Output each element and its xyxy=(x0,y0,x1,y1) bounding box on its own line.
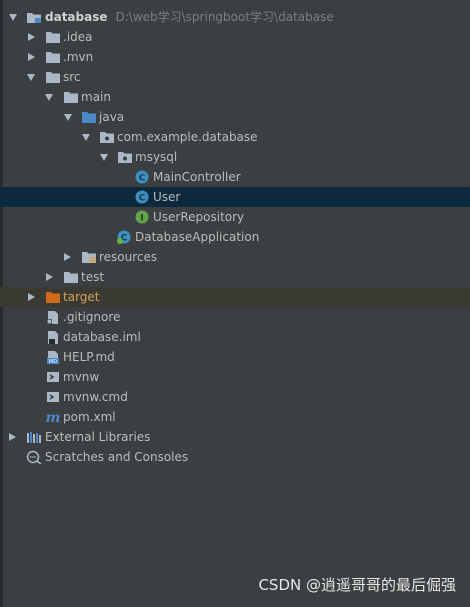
tree-row-mvn[interactable]: .mvn xyxy=(0,47,470,67)
tree-label-database-application: DatabaseApplication xyxy=(135,230,260,244)
iml-file-icon xyxy=(48,331,58,344)
folder-icon xyxy=(46,52,60,63)
collapse-arrow-icon[interactable] xyxy=(28,53,35,61)
libraries-icon xyxy=(27,432,41,443)
tree-label-msysql: msysql xyxy=(135,150,178,164)
source-root-icon xyxy=(82,112,96,123)
folder-icon xyxy=(46,72,60,83)
project-path: D:\web学习\springboot学习\database xyxy=(115,10,334,24)
script-file-icon xyxy=(47,392,59,402)
spring-boot-app-icon: C xyxy=(117,230,131,244)
collapse-arrow-icon[interactable] xyxy=(9,433,16,441)
tree-row-external-libraries[interactable]: External Libraries xyxy=(0,427,470,447)
tree-row-mvnw[interactable]: mvnw xyxy=(0,367,470,387)
tree-row-resources[interactable]: resources xyxy=(0,247,470,267)
expand-arrow-icon[interactable] xyxy=(9,14,17,21)
tree-row-idea[interactable]: .idea xyxy=(0,27,470,47)
tree-row-mvnw-cmd[interactable]: mvnw.cmd xyxy=(0,387,470,407)
project-tree[interactable]: database D:\web学习\springboot学习\database .… xyxy=(0,7,470,467)
tree-label-database-iml: database.iml xyxy=(63,330,141,344)
project-name: database D:\web学习\springboot学习\database xyxy=(45,10,334,24)
tree-label-help-md: HELP.md xyxy=(63,350,115,364)
tree-row-java[interactable]: java xyxy=(0,107,470,127)
collapse-arrow-icon[interactable] xyxy=(28,293,35,301)
tree-row-test[interactable]: test xyxy=(0,267,470,287)
folder-icon xyxy=(64,272,78,283)
tree-row-gitignore[interactable]: .gitignore xyxy=(0,307,470,327)
tree-label-package: com.example.database xyxy=(117,130,258,144)
tree-label-scratches: Scratches and Consoles xyxy=(45,450,189,464)
tree-row-user[interactable]: C User xyxy=(0,187,470,207)
tree-label-java: java xyxy=(99,110,125,124)
tree-label-external-libraries: External Libraries xyxy=(45,430,151,444)
tree-label-main: main xyxy=(81,90,111,104)
collapse-arrow-icon[interactable] xyxy=(46,273,53,281)
expand-arrow-icon[interactable] xyxy=(82,134,90,141)
watermark: CSDN @逍遥哥哥的最后倔强 xyxy=(258,576,456,594)
interface-icon: I xyxy=(135,210,149,224)
tree-label-main-controller: MainController xyxy=(153,170,241,184)
collapse-arrow-icon[interactable] xyxy=(28,33,35,41)
tree-row-database-iml[interactable]: database.iml xyxy=(0,327,470,347)
scratches-icon xyxy=(26,450,42,464)
tree-row-help-md[interactable]: MD HELP.md xyxy=(0,347,470,367)
package-icon xyxy=(100,132,114,143)
excluded-folder-icon xyxy=(46,292,60,303)
tree-label-resources: resources xyxy=(99,250,158,264)
tree-row-src[interactable]: src xyxy=(0,67,470,87)
expand-arrow-icon[interactable] xyxy=(27,74,35,81)
tree-row-package[interactable]: com.example.database xyxy=(0,127,470,147)
script-file-icon xyxy=(47,372,59,382)
tree-label-gitignore: .gitignore xyxy=(63,310,121,324)
tree-label-mvnw-cmd: mvnw.cmd xyxy=(63,390,128,404)
tree-label-target: target xyxy=(63,290,100,304)
tree-label-pom-xml: pom.xml xyxy=(63,410,116,424)
tree-label-mvnw: mvnw xyxy=(63,370,100,384)
tree-row-scratches[interactable]: Scratches and Consoles xyxy=(0,447,470,467)
tree-row-database[interactable]: database D:\web学习\springboot学习\database xyxy=(0,7,470,27)
tree-label-mvn: .mvn xyxy=(63,50,94,64)
tree-row-target[interactable]: target xyxy=(0,287,470,307)
tree-row-user-repository[interactable]: I UserRepository xyxy=(0,207,470,227)
collapse-arrow-icon[interactable] xyxy=(64,253,71,261)
tree-label-test: test xyxy=(81,270,105,284)
folder-icon xyxy=(46,32,60,43)
maven-file-icon: m xyxy=(46,410,61,424)
svg-text:C: C xyxy=(139,174,146,184)
class-icon: C xyxy=(135,170,149,184)
module-folder-icon xyxy=(27,13,41,23)
expand-arrow-icon[interactable] xyxy=(45,94,53,101)
tree-row-pom-xml[interactable]: m pom.xml xyxy=(0,407,470,427)
package-icon xyxy=(118,152,132,163)
tree-label-user-repository: UserRepository xyxy=(153,210,245,224)
tree-row-main[interactable]: main xyxy=(0,87,470,107)
tree-label-user: User xyxy=(153,190,181,204)
tree-label-idea: .idea xyxy=(63,30,93,44)
resources-root-icon xyxy=(82,252,96,263)
tree-label-src: src xyxy=(63,70,81,84)
text-file-icon xyxy=(47,311,58,324)
svg-text:C: C xyxy=(139,194,146,204)
tree-row-main-controller[interactable]: C MainController xyxy=(0,167,470,187)
tree-row-database-application[interactable]: C DatabaseApplication xyxy=(0,227,470,247)
svg-text:I: I xyxy=(140,214,143,224)
expand-arrow-icon[interactable] xyxy=(100,154,108,161)
svg-text:MD: MD xyxy=(49,359,57,365)
class-icon: C xyxy=(135,190,149,204)
svg-text:m: m xyxy=(46,410,61,424)
expand-arrow-icon[interactable] xyxy=(64,114,72,121)
markdown-file-icon: MD xyxy=(47,351,59,365)
folder-icon xyxy=(64,92,78,103)
tree-row-msysql[interactable]: msysql xyxy=(0,147,470,167)
